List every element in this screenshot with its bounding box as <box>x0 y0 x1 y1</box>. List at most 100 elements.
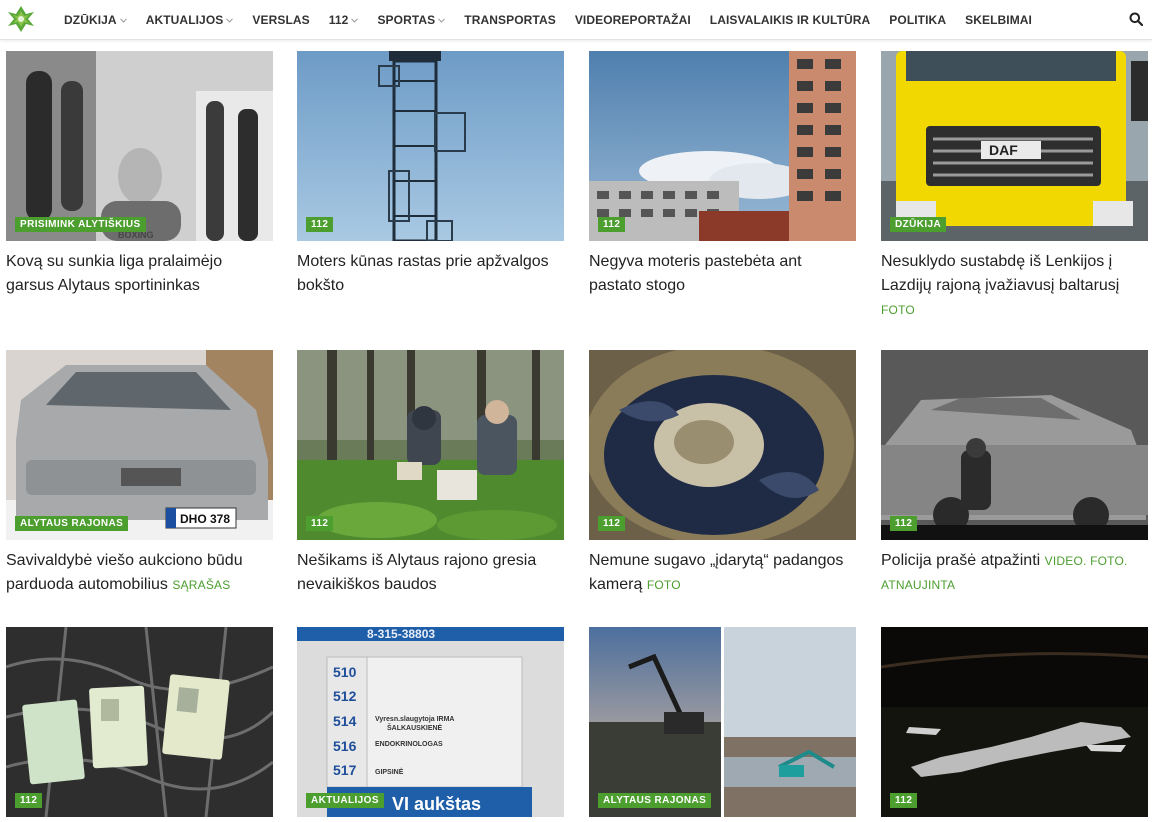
photo-boxer: BOXING <box>6 51 273 241</box>
menu-label: TRANSPORTAS <box>464 13 556 27</box>
menu-item-laisvalaikis[interactable]: LAISVALAIKIS IR KULTŪRA <box>710 13 871 27</box>
article-card[interactable]: 112 <box>881 627 1148 817</box>
search-icon[interactable] <box>1129 12 1143 26</box>
title-text: Nešikams iš Alytaus rajono gresia nevaik… <box>297 552 537 593</box>
article-image[interactable]: 112 <box>297 350 564 540</box>
menu-item-skelbimai[interactable]: SKELBIMAI <box>965 13 1032 27</box>
article-card[interactable]: 112 Nemune sugavo „įdarytą“ padangos kam… <box>589 350 856 597</box>
title-tag: FOTO <box>881 303 915 317</box>
menu-label: AKTUALIJOS <box>145 13 224 27</box>
category-badge[interactable]: DZŪKIJA <box>890 217 947 232</box>
menu-item-sportas[interactable]: SPORTAS <box>377 13 446 27</box>
category-badge[interactable]: ALYTAUS RAJONAS <box>15 516 129 531</box>
sign-floor: VI aukštas <box>392 794 481 814</box>
article-card[interactable]: DAF DZŪKIJA Nesuklydo sustabdę iš Lenkij… <box>881 51 1148 322</box>
chevron-down-icon <box>119 17 127 23</box>
article-title[interactable]: Nemune sugavo „įdarytą“ padangos kamerą … <box>589 549 856 597</box>
category-badge[interactable]: 112 <box>890 793 918 808</box>
photo-hospital-sign: 8-315-38803 510 512 514 516 517 Vyresn.s… <box>297 627 564 817</box>
article-image[interactable]: 112 <box>297 51 564 241</box>
chevron-down-icon <box>438 17 446 23</box>
sign-line: ENDOKRINOLOGAS <box>375 741 443 748</box>
chevron-down-icon <box>226 17 234 23</box>
article-image[interactable]: ALYTAUS RAJONAS <box>589 627 856 817</box>
menu-label: 112 <box>328 13 349 27</box>
top-navigation: DZŪKIJA AKTUALIJOS VERSLAS 112 SPORTAS T… <box>0 0 1152 40</box>
article-card[interactable]: ALYTAUS RAJONAS <box>589 627 856 817</box>
photo-excavator <box>589 627 856 817</box>
article-title[interactable]: Nešikams iš Alytaus rajono gresia nevaik… <box>297 549 564 597</box>
photo-truck-brand: DAF <box>989 142 1018 158</box>
article-image[interactable]: 112 <box>589 350 856 540</box>
menu-item-aktualijos[interactable]: AKTUALIJOS <box>146 13 234 27</box>
article-image[interactable]: 112 <box>589 51 856 241</box>
photo-truck: DAF <box>881 51 1148 241</box>
photo-buildings <box>589 51 856 241</box>
article-card[interactable]: 112 Negyva moteris pastebėta ant pastato… <box>589 51 856 298</box>
category-badge[interactable]: AKTUALIJOS <box>306 793 384 808</box>
article-card[interactable]: 112 Moters kūnas rastas prie apžvalgos b… <box>297 51 564 298</box>
article-image[interactable]: DHO 378 ALYTAUS RAJONAS <box>6 350 273 540</box>
category-badge[interactable]: 112 <box>598 217 626 232</box>
article-image[interactable]: DAF DZŪKIJA <box>881 51 1148 241</box>
title-text: Policija prašė atpažinti <box>881 552 1041 569</box>
article-title[interactable]: Savivaldybė viešo aukciono būdu parduoda… <box>6 549 273 597</box>
category-badge[interactable]: 112 <box>598 516 626 531</box>
sign-room: 517 <box>333 762 357 778</box>
photo-tower <box>297 51 564 241</box>
menu-label: DZŪKIJA <box>64 13 117 27</box>
article-title[interactable]: Nesuklydo sustabdę iš Lenkijos į Lazdijų… <box>881 250 1148 322</box>
article-title[interactable]: Negyva moteris pastebėta ant pastato sto… <box>589 250 856 298</box>
article-title[interactable]: Kovą su sunkia liga pralaimėjo garsus Al… <box>6 250 273 298</box>
menu-item-videoreportazai[interactable]: VIDEOREPORTAŽAI <box>575 13 691 27</box>
title-text: Negyva moteris pastebėta ant pastato sto… <box>589 253 802 294</box>
menu-label: SPORTAS <box>377 13 436 27</box>
article-image[interactable]: BOXING PRISIMINK ALYTIŠKIUS <box>6 51 273 241</box>
sign-room: 512 <box>333 688 357 704</box>
title-text: Nemune sugavo „įdarytą“ padangos kamerą <box>589 552 844 593</box>
article-title[interactable]: Policija prašė atpažinti VIDEO. FOTO. AT… <box>881 549 1148 597</box>
article-image[interactable]: 112 <box>6 627 273 817</box>
sign-line: GIPSINĖ <box>375 768 404 776</box>
menu-item-politika[interactable]: POLITIKA <box>889 13 946 27</box>
article-card[interactable]: 112 Nešikams iš Alytaus rajono gresia ne… <box>297 350 564 597</box>
menu-item-dzukija[interactable]: DZŪKIJA <box>64 13 127 27</box>
category-badge[interactable]: 112 <box>15 793 43 808</box>
sign-line: Vyresn.slaugytoja IRMA <box>375 716 455 723</box>
sign-line: ŠALKAUSKIENĖ <box>387 723 443 732</box>
photo-documents <box>6 627 273 817</box>
title-text: Nesuklydo sustabdę iš Lenkijos į Lazdijų… <box>881 253 1120 294</box>
sign-room: 514 <box>333 713 357 729</box>
menu-item-verslas[interactable]: VERSLAS <box>252 13 309 27</box>
menu-label: VERSLAS <box>252 13 310 27</box>
article-card[interactable]: DHO 378 ALYTAUS RAJONAS Savivaldybė vieš… <box>6 350 273 597</box>
menu-label: LAISVALAIKIS IR KULTŪRA <box>709 13 871 27</box>
logo-icon[interactable] <box>6 4 36 34</box>
menu-label: POLITIKA <box>889 13 947 27</box>
category-badge[interactable]: 112 <box>306 516 334 531</box>
article-card[interactable]: 112 Policija prašė atpažinti VIDEO. FOTO… <box>881 350 1148 597</box>
title-text: Kovą su sunkia liga pralaimėjo garsus Al… <box>6 253 223 294</box>
article-card[interactable]: BOXING PRISIMINK ALYTIŠKIUS Kovą su sunk… <box>6 51 273 298</box>
category-badge[interactable]: PRISIMINK ALYTIŠKIUS <box>15 217 146 232</box>
sign-room: 516 <box>333 738 357 754</box>
photo-cctv-car <box>881 350 1148 540</box>
article-image[interactable]: 8-315-38803 510 512 514 516 517 Vyresn.s… <box>297 627 564 817</box>
category-badge[interactable]: 112 <box>890 516 918 531</box>
article-image[interactable]: 112 <box>881 627 1148 817</box>
chevron-down-icon <box>351 17 359 23</box>
photo-ice-night <box>881 627 1148 817</box>
menu-item-112[interactable]: 112 <box>329 13 359 27</box>
article-image[interactable]: 112 <box>881 350 1148 540</box>
menu-label: SKELBIMAI <box>965 13 1032 27</box>
title-tag: FOTO <box>646 578 681 592</box>
menu-item-transportas[interactable]: TRANSPORTAS <box>464 13 556 27</box>
article-card[interactable]: 112 <box>6 627 273 817</box>
category-badge[interactable]: ALYTAUS RAJONAS <box>598 793 712 808</box>
article-card[interactable]: 8-315-38803 510 512 514 516 517 Vyresn.s… <box>297 627 564 817</box>
main-menu: DZŪKIJA AKTUALIJOS VERSLAS 112 SPORTAS T… <box>64 0 1051 40</box>
category-badge[interactable]: 112 <box>306 217 334 232</box>
article-title[interactable]: Moters kūnas rastas prie apžvalgos bokšt… <box>297 250 564 298</box>
photo-tire-tube <box>589 350 856 540</box>
menu-label: VIDEOREPORTAŽAI <box>574 13 691 27</box>
